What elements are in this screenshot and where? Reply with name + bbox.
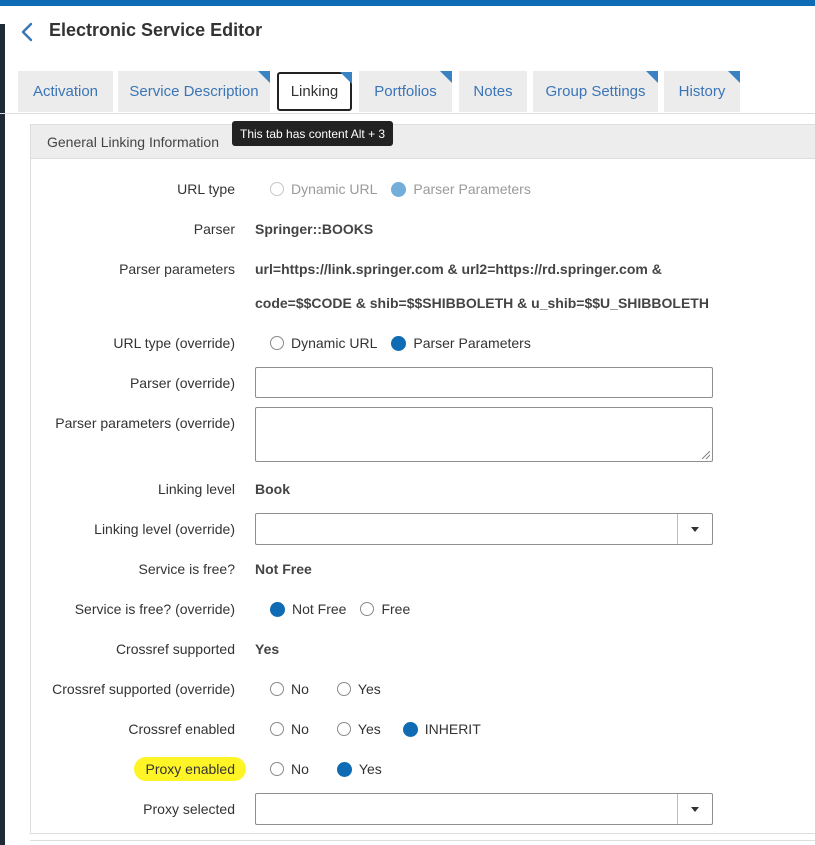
proxy-selected-label: Proxy selected: [143, 801, 235, 817]
content-indicator-icon: [728, 71, 740, 83]
tab-group-settings[interactable]: Group Settings: [533, 71, 658, 112]
crossref-enabled-no-radio[interactable]: No: [270, 721, 309, 737]
url-type-radio-group: Dynamic URL Parser Parameters: [270, 181, 545, 197]
parser-parameters-line2: code=$$CODE & shib=$$SHIBBOLETH & u_shib…: [255, 295, 709, 311]
parser-parameters-line1: url=https://link.springer.com & url2=htt…: [255, 261, 662, 277]
url-type-label: URL type: [177, 181, 235, 197]
parser-parameters-label: Parser parameters: [119, 261, 235, 277]
crossref-supported-override-label: Crossref supported (override): [52, 681, 235, 697]
crossref-enabled-inherit-radio[interactable]: INHERIT: [402, 721, 481, 737]
parser-parameters-override-textarea[interactable]: [255, 407, 713, 462]
parser-label: Parser: [193, 221, 235, 237]
page-header: Electronic Service Editor: [5, 6, 815, 58]
url-type-parser-radio: Parser Parameters: [391, 181, 531, 197]
proxy-enabled-yes-radio[interactable]: Yes: [336, 761, 382, 777]
crossref-supported-override-no-radio[interactable]: No: [270, 681, 309, 697]
linking-level-label: Linking level: [157, 481, 235, 497]
proxy-enabled-no-radio[interactable]: No: [270, 761, 309, 777]
dropdown-arrow-icon: [691, 807, 699, 812]
tab-notes[interactable]: Notes: [459, 71, 527, 112]
crossref-enabled-label: Crossref enabled: [128, 721, 235, 737]
proxy-enabled-label: Proxy enabled: [145, 761, 235, 777]
linking-level-value: Book: [255, 481, 290, 497]
section-title: General Linking Information: [31, 125, 815, 159]
service-free-override-not-free-radio[interactable]: Not Free: [270, 601, 346, 617]
parser-override-input[interactable]: [255, 367, 713, 398]
service-free-override-label: Service is free? (override): [74, 601, 235, 617]
crossref-supported-override-yes-radio[interactable]: Yes: [336, 681, 381, 697]
content-indicator-icon: [646, 71, 658, 83]
content-indicator-icon: [258, 71, 270, 83]
service-free-override-radio-group: Not Free Free: [270, 601, 424, 617]
tab-linking[interactable]: Linking: [277, 72, 352, 111]
service-free-override-free-radio[interactable]: Free: [360, 601, 410, 617]
crossref-supported-label: Crossref supported: [115, 641, 235, 657]
tab-history[interactable]: History: [664, 71, 740, 112]
url-type-override-parser-radio[interactable]: Parser Parameters: [391, 335, 531, 351]
linking-level-override-select[interactable]: [255, 513, 713, 545]
tab-tooltip: This tab has content Alt + 3: [232, 121, 394, 146]
url-type-override-label: URL type (override): [113, 335, 235, 351]
tab-portfolios[interactable]: Portfolios: [359, 71, 452, 112]
linking-level-override-label: Linking level (override): [94, 521, 235, 537]
service-free-value: Not Free: [255, 561, 312, 577]
crossref-supported-value: Yes: [255, 641, 280, 657]
url-type-dynamic-radio: Dynamic URL: [270, 181, 377, 197]
dropdown-arrow-icon: [691, 527, 699, 532]
crossref-supported-override-radio-group: No Yes: [270, 681, 395, 697]
content-indicator-icon: [340, 72, 352, 84]
page-title: Electronic Service Editor: [49, 20, 263, 40]
proxy-selected-select[interactable]: [255, 793, 713, 825]
url-type-override-dynamic-radio[interactable]: Dynamic URL: [270, 335, 377, 351]
tab-bar: Activation Service Description Linking P…: [0, 71, 815, 114]
resize-grip-icon[interactable]: [702, 451, 710, 459]
proxy-enabled-radio-group: No Yes: [270, 761, 396, 777]
parser-parameters-override-label: Parser parameters (override): [55, 415, 235, 431]
tab-service-description[interactable]: Service Description: [118, 71, 270, 112]
crossref-enabled-radio-group: No Yes INHERIT: [270, 721, 495, 737]
content-indicator-icon: [440, 71, 452, 83]
service-free-label: Service is free?: [138, 561, 235, 577]
url-type-override-radio-group: Dynamic URL Parser Parameters: [270, 335, 545, 351]
tab-activation[interactable]: Activation: [18, 71, 113, 112]
left-nav-strip: [0, 6, 5, 845]
parser-value: Springer::BOOKS: [255, 221, 374, 237]
back-chevron-icon[interactable]: [17, 19, 41, 45]
parser-override-label: Parser (override): [129, 375, 235, 391]
parser-parameters-override-wrap: [255, 407, 713, 462]
crossref-enabled-yes-radio[interactable]: Yes: [336, 721, 381, 737]
